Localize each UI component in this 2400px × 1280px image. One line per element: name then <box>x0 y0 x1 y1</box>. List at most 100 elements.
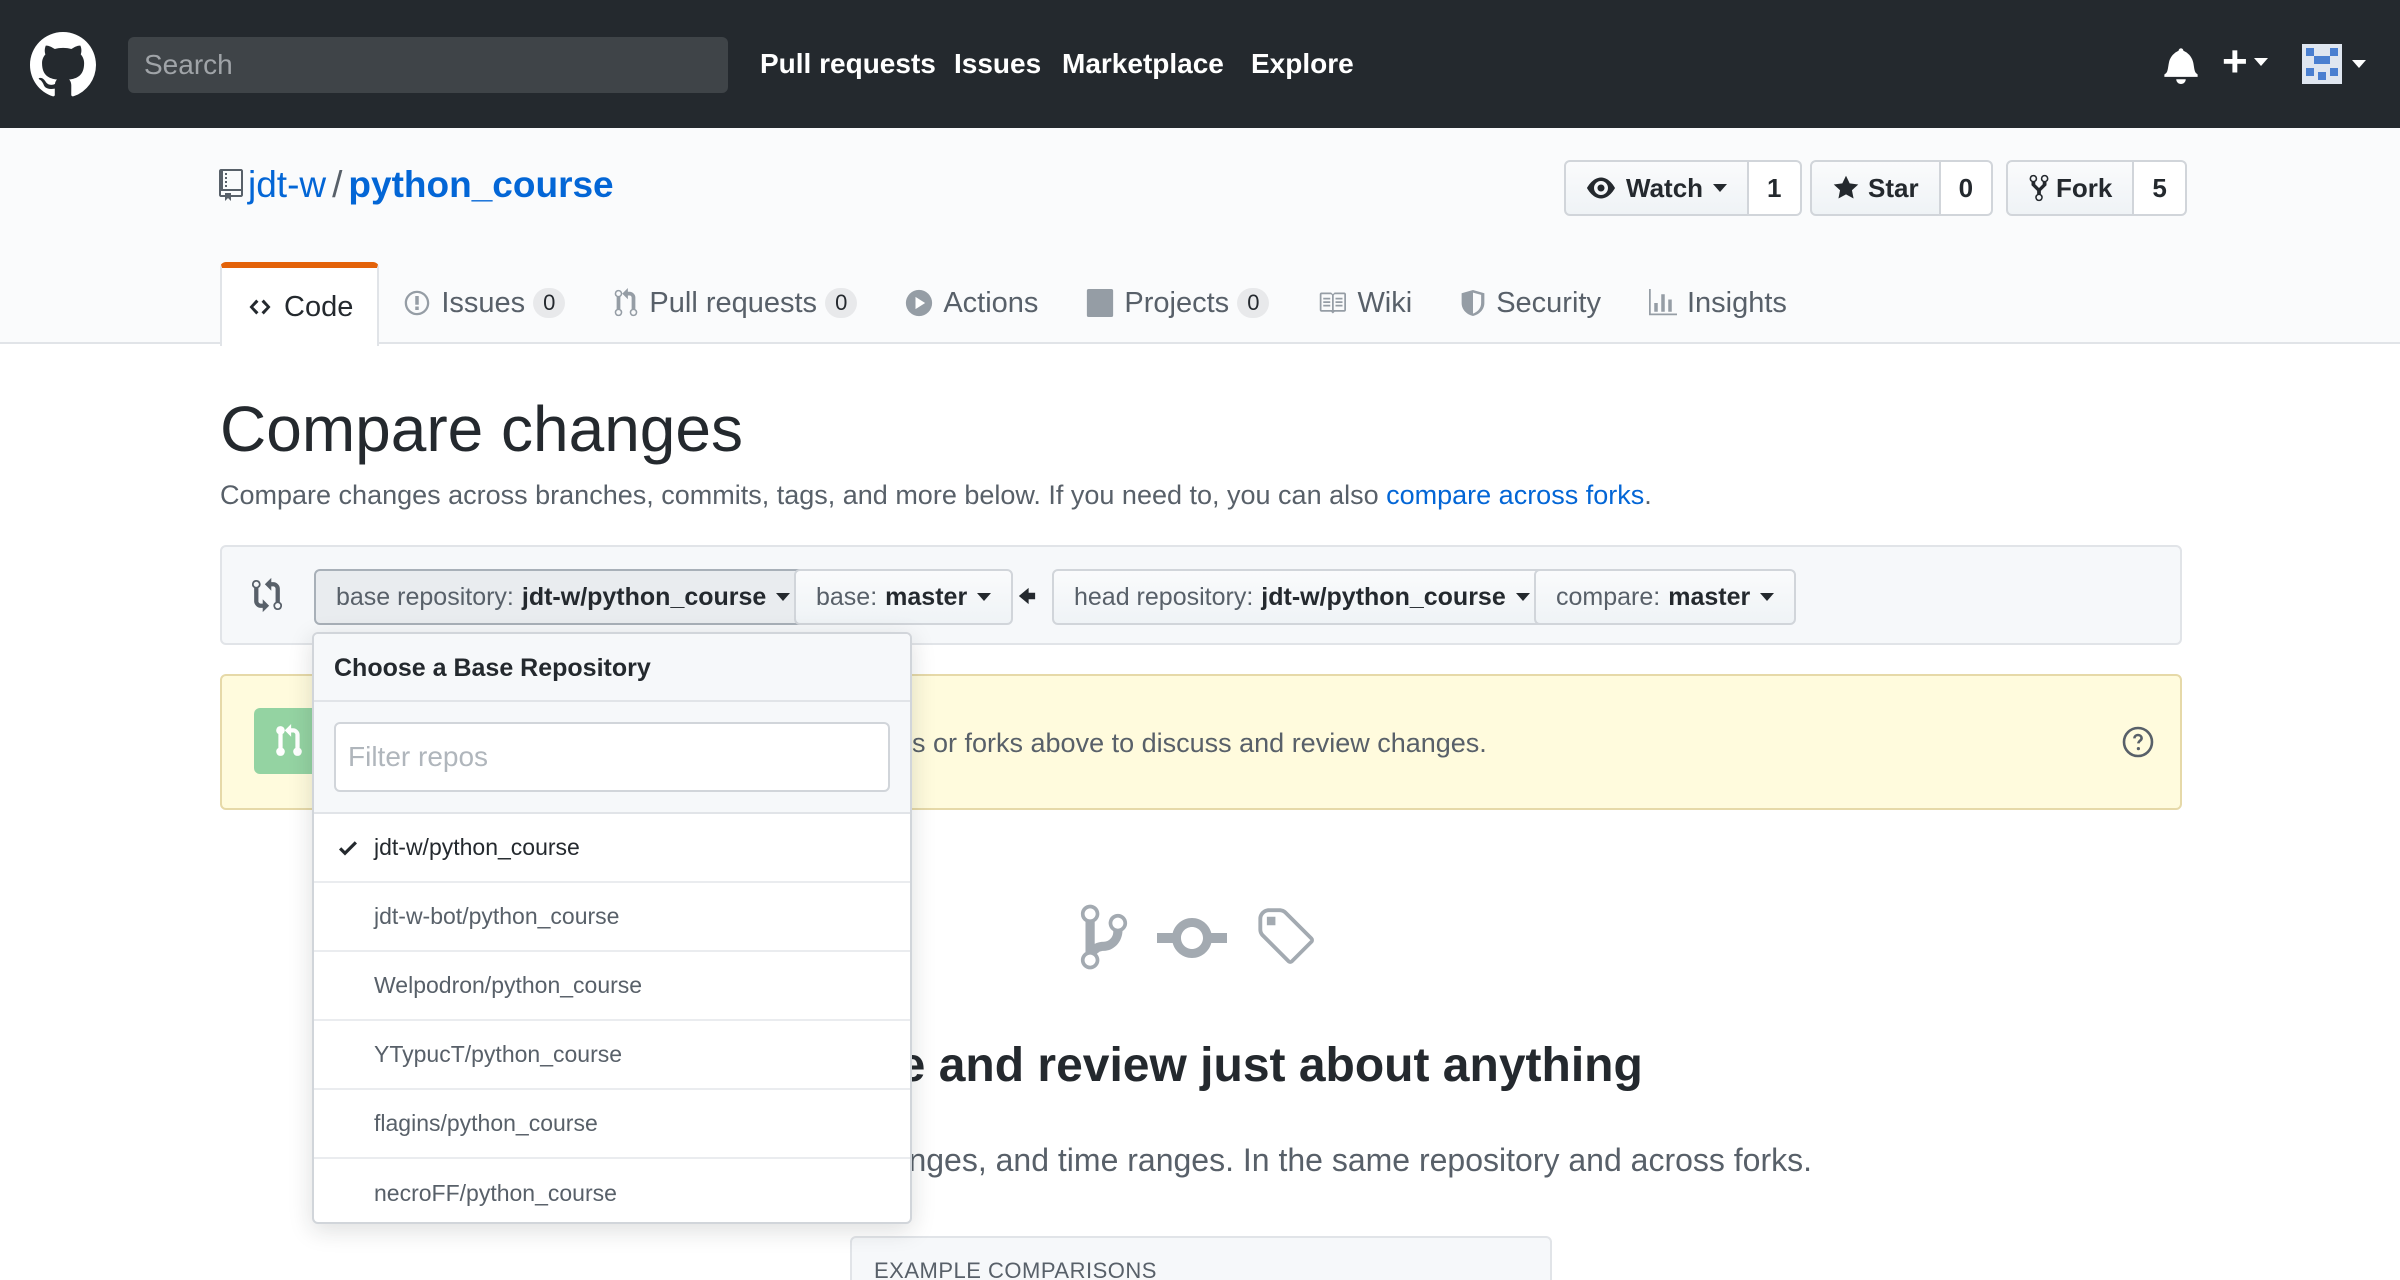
tab-label: Actions <box>943 286 1039 319</box>
head-repository-label: head repository: <box>1074 582 1254 611</box>
play-icon <box>906 289 933 317</box>
projects-counter: 0 <box>1237 288 1270 318</box>
head-repository-select[interactable]: head repository: jdt-w/python_course <box>1052 569 1552 625</box>
tab-wiki[interactable]: Wiki <box>1293 262 1436 344</box>
chevron-down-icon <box>2253 58 2268 66</box>
blankslate-title: re and review just about anything <box>880 1039 1643 1092</box>
page-description: Compare changes across branches, commits… <box>220 480 1652 511</box>
create-new-button[interactable]: + <box>2222 40 2268 84</box>
dropdown-item[interactable]: jdt-w-bot/python_course <box>314 883 910 952</box>
filter-repos-input[interactable] <box>334 722 890 792</box>
compare-across-forks-link[interactable]: compare across forks <box>1386 480 1644 510</box>
base-repository-label: base repository: <box>336 582 514 611</box>
tab-label: Pull requests <box>649 286 818 319</box>
star-count[interactable]: 0 <box>1940 160 1994 216</box>
dropdown-item-label: jdt-w-bot/python_course <box>374 903 620 929</box>
shield-icon <box>1461 290 1485 316</box>
compare-branch-label: compare: <box>1556 582 1661 611</box>
tab-security[interactable]: Security <box>1436 262 1625 344</box>
dropdown-item-label: necroFF/python_course <box>374 1180 617 1206</box>
tab-projects[interactable]: Projects 0 <box>1062 262 1293 344</box>
tab-pull-requests[interactable]: Pull requests 0 <box>589 262 881 344</box>
github-logo-icon[interactable] <box>30 32 96 98</box>
repo-nav-tabs: Code Issues 0 Pull requests 0 Actions Pr… <box>220 262 1811 346</box>
base-branch-value: master <box>885 582 968 611</box>
dropdown-item[interactable]: Welpodron/python_course <box>314 952 910 1021</box>
pull-request-icon <box>276 724 302 756</box>
star-icon <box>1833 175 1859 199</box>
pull-request-icon <box>615 288 638 317</box>
dropdown-filter-container <box>314 702 910 814</box>
dropdown-item[interactable]: jdt-w/python_course <box>314 814 910 883</box>
base-branch-select[interactable]: base: master <box>794 569 1014 625</box>
tab-label: Security <box>1496 286 1601 319</box>
dropdown-item-label: Welpodron/python_course <box>374 972 643 998</box>
fork-button[interactable]: Fork <box>2006 160 2135 216</box>
dropdown-item-label: flagins/python_course <box>374 1110 598 1136</box>
user-menu-button[interactable] <box>2302 44 2366 84</box>
dropdown-item-label: jdt-w/python_course <box>374 834 580 860</box>
example-comparisons-header: EXAMPLE COMPARISONS <box>874 1258 1157 1280</box>
fork-icon <box>2029 174 2049 202</box>
base-repository-select[interactable]: base repository: jdt-w/python_course <box>314 569 813 625</box>
chevron-down-icon <box>1713 184 1728 192</box>
star-button[interactable]: Star <box>1810 160 1941 216</box>
arrow-left-icon <box>1018 587 1036 605</box>
base-repository-dropdown: Choose a Base Repository jdt-w/python_co… <box>312 632 912 1224</box>
check-icon <box>339 841 357 856</box>
dropdown-item[interactable]: flagins/python_course <box>314 1090 910 1159</box>
eye-icon <box>1587 177 1615 199</box>
base-branch-label: base: <box>816 582 878 611</box>
page-title: Compare changes <box>220 393 743 465</box>
range-editor: base repository: jdt-w/python_course base… <box>220 545 2182 645</box>
fork-group: Fork 5 <box>2006 160 2187 216</box>
tab-label: Code <box>284 290 354 323</box>
repo-name-link[interactable]: python_course <box>348 164 613 205</box>
chevron-down-icon <box>776 593 791 601</box>
watch-count[interactable]: 1 <box>1749 160 1802 216</box>
nav-issues[interactable]: Issues <box>954 48 1041 80</box>
head-repository-value: jdt-w/python_course <box>1261 582 1506 611</box>
project-icon <box>1087 289 1114 317</box>
plus-icon: + <box>2222 37 2248 86</box>
compare-branch-select[interactable]: compare: master <box>1534 569 1797 625</box>
description-suffix: . <box>1644 480 1652 510</box>
tag-icon <box>1258 908 1314 964</box>
dropdown-item[interactable]: necroFF/python_course <box>314 1159 910 1222</box>
tab-code[interactable]: Code <box>220 262 380 346</box>
watch-group: Watch 1 <box>1564 160 1802 216</box>
star-group: Star 0 <box>1810 160 1994 216</box>
example-comparisons-box: EXAMPLE COMPARISONS <box>850 1236 1552 1280</box>
repo-separator: / <box>332 164 343 205</box>
nav-marketplace[interactable]: Marketplace <box>1062 48 1224 80</box>
global-header: Pull requests Issues Marketplace Explore… <box>0 0 2400 128</box>
commit-icon <box>1157 918 1227 958</box>
dropdown-title: Choose a Base Repository <box>314 634 910 702</box>
tab-issues[interactable]: Issues 0 <box>379 262 589 344</box>
watch-button[interactable]: Watch <box>1564 160 1750 216</box>
tab-actions[interactable]: Actions <box>881 262 1062 344</box>
repo-owner-link[interactable]: jdt-w <box>248 164 326 205</box>
nav-explore[interactable]: Explore <box>1251 48 1354 80</box>
chevron-down-icon <box>2352 60 2366 68</box>
issues-counter: 0 <box>533 288 566 318</box>
description-text: Compare changes across branches, commits… <box>220 480 1387 510</box>
tab-insights[interactable]: Insights <box>1625 262 1811 344</box>
compare-icon <box>252 577 282 613</box>
blankslate-description: ranges, and time ranges. In the same rep… <box>880 1142 1813 1178</box>
repo-icon <box>219 169 243 201</box>
tab-label: Issues <box>441 286 526 319</box>
bell-icon[interactable] <box>2164 46 2198 84</box>
repo-title: jdt-w / python_course <box>218 164 614 206</box>
book-icon <box>1320 292 1347 314</box>
dropdown-item[interactable]: YTypucT/python_course <box>314 1021 910 1090</box>
pull-requests-counter: 0 <box>825 288 858 318</box>
fork-count[interactable]: 5 <box>2134 160 2187 216</box>
search-input[interactable] <box>128 37 728 93</box>
tab-label: Insights <box>1686 286 1787 319</box>
question-icon[interactable] <box>2122 726 2154 758</box>
nav-pull-requests[interactable]: Pull requests <box>760 48 936 80</box>
chevron-down-icon <box>1760 593 1775 601</box>
graph-icon <box>1648 289 1677 316</box>
chevron-down-icon <box>1515 593 1530 601</box>
